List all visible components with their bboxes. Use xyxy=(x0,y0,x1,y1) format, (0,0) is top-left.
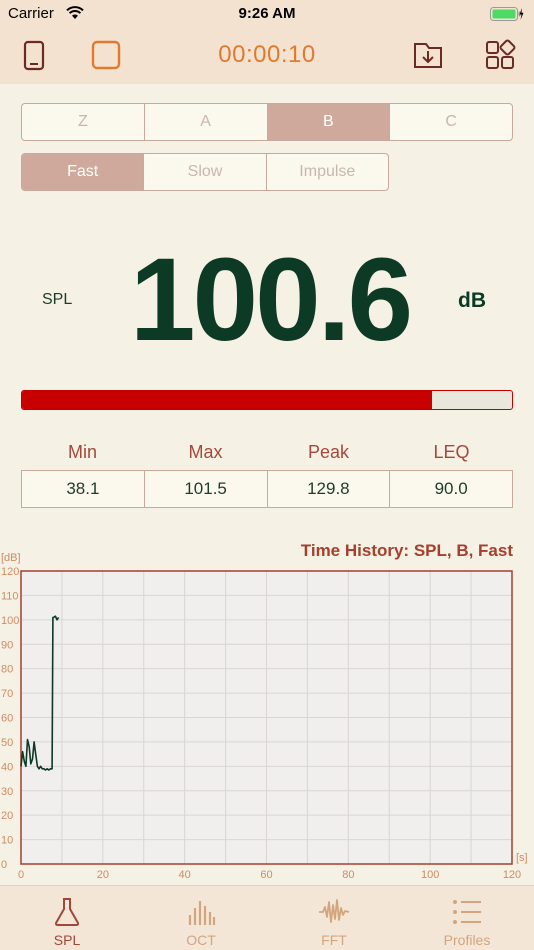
tab-profiles[interactable]: Profiles xyxy=(400,886,534,950)
tab-oct[interactable]: OCT xyxy=(134,886,268,950)
y-tick-label: 10 xyxy=(1,835,13,847)
weighting-option-b[interactable]: B xyxy=(267,104,391,140)
y-tick-label: 30 xyxy=(1,786,13,798)
y-tick-label: 40 xyxy=(1,761,13,773)
tab-bar: SPL OCT FFT Profiles xyxy=(0,885,534,950)
flask-icon xyxy=(54,898,80,926)
tab-spl-label: SPL xyxy=(53,932,81,948)
y-tick-label: 110 xyxy=(1,590,19,602)
waveform-icon xyxy=(319,899,350,923)
spl-value: 100.6 xyxy=(129,234,413,366)
apps-grid-icon[interactable] xyxy=(484,39,516,71)
x-tick-label: 100 xyxy=(421,869,439,881)
x-axis-label: [s] xyxy=(516,852,528,864)
status-time: 9:26 AM xyxy=(238,5,296,22)
weighting-selector: ZABC xyxy=(21,103,513,141)
x-tick-label: 20 xyxy=(97,869,109,881)
stat-header-leq: LEQ xyxy=(433,442,470,462)
tab-fft[interactable]: FFT xyxy=(267,886,401,950)
tab-fft-label: FFT xyxy=(321,932,347,948)
time-history-chart[interactable]: 0 10 20 30 40 50 60 70 80 90 100 110 120 0 20 40 60 80 100… xyxy=(0,548,534,885)
stat-value-leq: 90.0 xyxy=(434,479,468,498)
stat-header-min: Min xyxy=(67,442,97,462)
elapsed-timer: 00:00:10 xyxy=(218,41,316,68)
response-option-slow[interactable]: Slow xyxy=(144,154,267,190)
response-option-fast[interactable]: Fast xyxy=(22,154,145,190)
status-bar: Carrier 9:26 AM xyxy=(0,0,534,28)
stats-panel: Min Max Peak LEQ 38.1 101.5 129.8 90.0 xyxy=(21,438,513,508)
y-tick-label: 0 xyxy=(1,859,7,871)
y-tick-label: 50 xyxy=(1,737,13,749)
weighting-option-c[interactable]: C xyxy=(390,104,512,140)
battery-icon xyxy=(490,6,524,26)
stat-value-peak: 129.8 xyxy=(268,471,391,507)
tab-spl[interactable]: SPL xyxy=(0,886,134,950)
y-tick-label: 70 xyxy=(1,688,13,700)
stat-header-peak: Peak xyxy=(307,442,350,462)
level-bar xyxy=(21,390,513,410)
y-tick-label: 100 xyxy=(1,615,19,627)
save-icon[interactable] xyxy=(412,39,444,71)
y-axis-label: [dB] xyxy=(1,552,21,564)
y-tick-label: 20 xyxy=(1,810,13,822)
toolbar: 00:00:10 xyxy=(0,30,534,80)
response-selector: Fast Slow Impulse xyxy=(21,153,389,191)
response-option-impulse[interactable]: Impulse xyxy=(267,154,388,190)
spl-unit: dB xyxy=(458,289,486,312)
x-tick-label: 60 xyxy=(260,869,272,881)
x-tick-label: 80 xyxy=(342,869,354,881)
x-tick-label: 120 xyxy=(503,869,521,881)
level-bar-fill xyxy=(22,391,433,409)
stat-value-min: 38.1 xyxy=(22,471,145,507)
y-tick-label: 90 xyxy=(1,639,13,651)
y-tick-label: 80 xyxy=(1,664,13,676)
x-tick-label: 0 xyxy=(18,869,24,881)
stat-value-max: 101.5 xyxy=(145,471,268,507)
weighting-option-z[interactable]: Z xyxy=(22,104,145,140)
y-tick-label: 60 xyxy=(1,713,13,725)
weighting-option-a[interactable]: A xyxy=(145,104,268,140)
list-icon xyxy=(453,900,481,924)
y-tick-label: 120 xyxy=(1,566,19,578)
x-tick-label: 40 xyxy=(179,869,191,881)
tab-oct-label: OCT xyxy=(186,932,216,948)
spl-label: SPL xyxy=(42,291,73,308)
octave-bars-icon xyxy=(188,901,216,925)
tab-profiles-label: Profiles xyxy=(443,932,491,948)
stat-header-max: Max xyxy=(188,442,223,462)
